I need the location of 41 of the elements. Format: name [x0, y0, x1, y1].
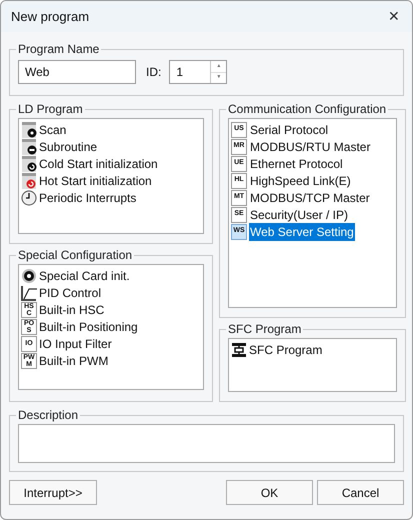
program-icon	[21, 122, 37, 138]
list-item[interactable]: Built-in Positioning	[39, 318, 138, 336]
group-title: Description	[17, 407, 80, 424]
list-item[interactable]: PID Control	[39, 284, 102, 302]
curve-icon	[21, 284, 37, 300]
list-item[interactable]: Subroutine	[39, 138, 98, 156]
close-button[interactable]: ✕	[380, 4, 408, 28]
window-title: New program	[11, 8, 90, 26]
dialog-button[interactable]: Interrupt>>	[9, 480, 97, 505]
list-item[interactable]: HighSpeed Link(E)	[249, 172, 352, 190]
group-title: Program Name	[17, 41, 100, 58]
list-item[interactable]: Built-in HSC	[39, 300, 104, 318]
program-icon	[21, 138, 37, 154]
list-item[interactable]: MODBUS/TCP Master	[249, 188, 371, 206]
group-title: LD Program	[17, 101, 84, 118]
list-item[interactable]: Periodic Interrupts	[39, 188, 136, 206]
id-label: ID:	[146, 64, 162, 81]
group-title: SFC Program	[227, 321, 302, 338]
name-field[interactable]: Web	[18, 60, 136, 84]
list-item[interactable]: MODBUS/RTU Master	[249, 138, 372, 156]
list-item[interactable]: Special Card init.	[39, 266, 130, 284]
description-field[interactable]	[18, 424, 395, 463]
program-icon	[21, 172, 37, 188]
id-value: 1	[175, 64, 184, 81]
sfc-icon	[231, 342, 247, 358]
list-item[interactable]: Web Server Setting	[249, 222, 355, 240]
list-item[interactable]: Ethernet Protocol	[249, 154, 344, 172]
list-item[interactable]: Security(User / IP)	[249, 206, 350, 224]
list-item[interactable]: Serial Protocol	[249, 120, 330, 138]
list-item[interactable]: Cold Start initialization	[39, 154, 158, 172]
list-item[interactable]: Built-in PWM	[39, 352, 108, 370]
dialog-button[interactable]: OK	[226, 480, 313, 505]
list-item[interactable]: SFC Program	[249, 340, 322, 358]
list-item[interactable]: Scan	[39, 120, 66, 138]
clock-icon	[21, 190, 37, 206]
dialog-button[interactable]: Cancel	[317, 480, 404, 505]
group-title: Communication Configuration	[227, 101, 388, 118]
list-item[interactable]: Hot Start initialization	[39, 172, 152, 190]
group-title: Special Configuration	[17, 247, 134, 264]
list-item[interactable]: IO Input Filter	[39, 334, 112, 352]
program-icon	[21, 156, 37, 172]
